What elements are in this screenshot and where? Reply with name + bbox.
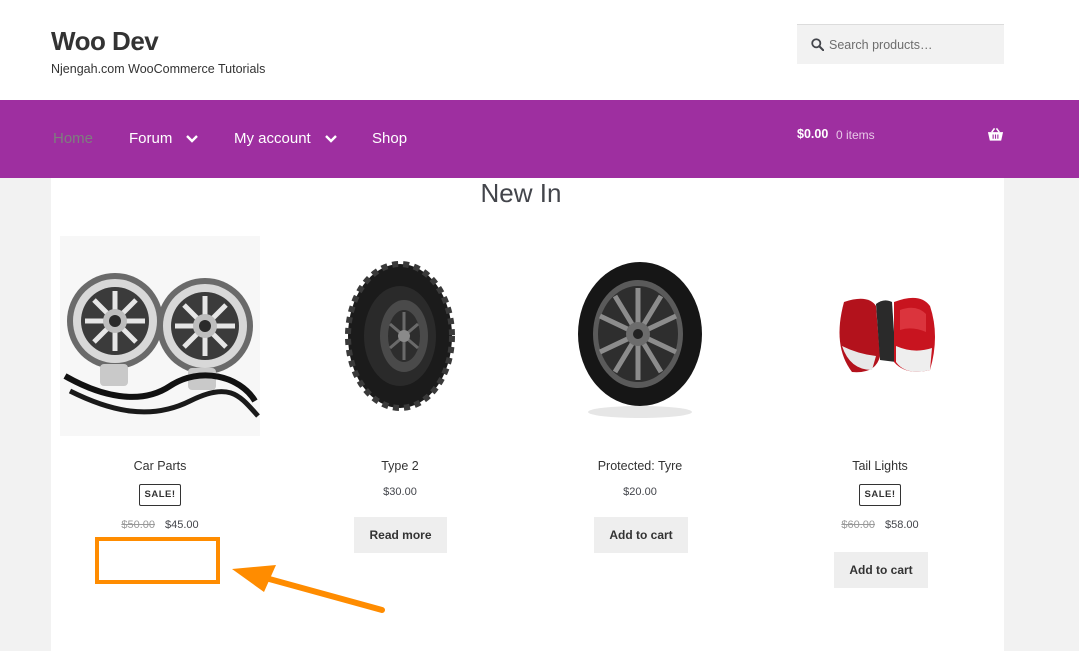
product-price: $50.00 $45.00 xyxy=(60,519,260,531)
nav-item-label: My account xyxy=(234,130,311,147)
chevron-down-icon xyxy=(324,134,337,143)
nav-item-label: Shop xyxy=(372,130,408,147)
cart-total[interactable]: $0.00 xyxy=(797,127,828,141)
sale-price: $45.00 xyxy=(165,519,199,531)
read-more-button[interactable]: Read more xyxy=(354,517,447,553)
nav-item-my-account[interactable]: My account xyxy=(234,130,337,147)
sale-price: $58.00 xyxy=(885,519,919,531)
site-tagline: Njengah.com WooCommerce Tutorials xyxy=(51,62,266,76)
main-content: New In Car Parts SALE! $50.00 $45.00 Typ… xyxy=(51,178,1004,651)
nav-item-label: Home xyxy=(53,130,94,147)
basket-icon[interactable] xyxy=(987,127,1004,142)
site-header: Woo Dev Njengah.com WooCommerce Tutorial… xyxy=(0,0,1079,100)
product-price-value: $20.00 xyxy=(623,486,657,498)
sale-badge: SALE! xyxy=(139,484,181,506)
product-price-value: $30.00 xyxy=(383,486,417,498)
nav-item-home[interactable]: Home xyxy=(53,130,93,147)
product-price: $20.00 xyxy=(540,486,740,498)
product-card: Protected: Tyre $20.00 Add to cart xyxy=(540,236,740,553)
product-price: $30.00 xyxy=(300,486,500,498)
primary-navigation: Home Forum My account Shop $0.00 0 items xyxy=(0,100,1079,178)
search-input[interactable] xyxy=(829,25,999,64)
product-image-tail-lights[interactable] xyxy=(780,236,980,436)
site-title[interactable]: Woo Dev xyxy=(51,26,159,57)
product-image-type-2[interactable] xyxy=(300,236,500,436)
add-to-cart-button[interactable]: Add to cart xyxy=(834,552,928,588)
search-icon xyxy=(811,38,824,51)
nav-item-forum[interactable]: Forum xyxy=(129,130,199,147)
sale-badge: SALE! xyxy=(859,484,901,506)
product-title[interactable]: Protected: Tyre xyxy=(540,459,740,473)
add-to-cart-button[interactable]: Add to cart xyxy=(594,517,688,553)
search-form xyxy=(797,24,1004,64)
product-card: Type 2 $30.00 Read more xyxy=(300,236,500,553)
nav-item-shop[interactable]: Shop xyxy=(372,130,407,147)
product-title[interactable]: Type 2 xyxy=(300,459,500,473)
product-price: $60.00 $58.00 xyxy=(780,519,980,531)
cart-count[interactable]: 0 items xyxy=(836,128,875,142)
product-title[interactable]: Car Parts xyxy=(60,459,260,473)
section-title: New In xyxy=(480,178,562,208)
nav-item-label: Forum xyxy=(129,130,173,147)
regular-price: $60.00 xyxy=(841,519,875,531)
product-card: Car Parts SALE! $50.00 $45.00 xyxy=(60,236,260,531)
product-image-car-parts[interactable] xyxy=(60,236,260,436)
product-image-protected-tyre[interactable] xyxy=(540,236,740,436)
product-card: Tail Lights SALE! $60.00 $58.00 Add to ca… xyxy=(780,236,980,588)
chevron-down-icon xyxy=(186,134,199,143)
regular-price: $50.00 xyxy=(121,519,155,531)
product-title[interactable]: Tail Lights xyxy=(780,459,980,473)
